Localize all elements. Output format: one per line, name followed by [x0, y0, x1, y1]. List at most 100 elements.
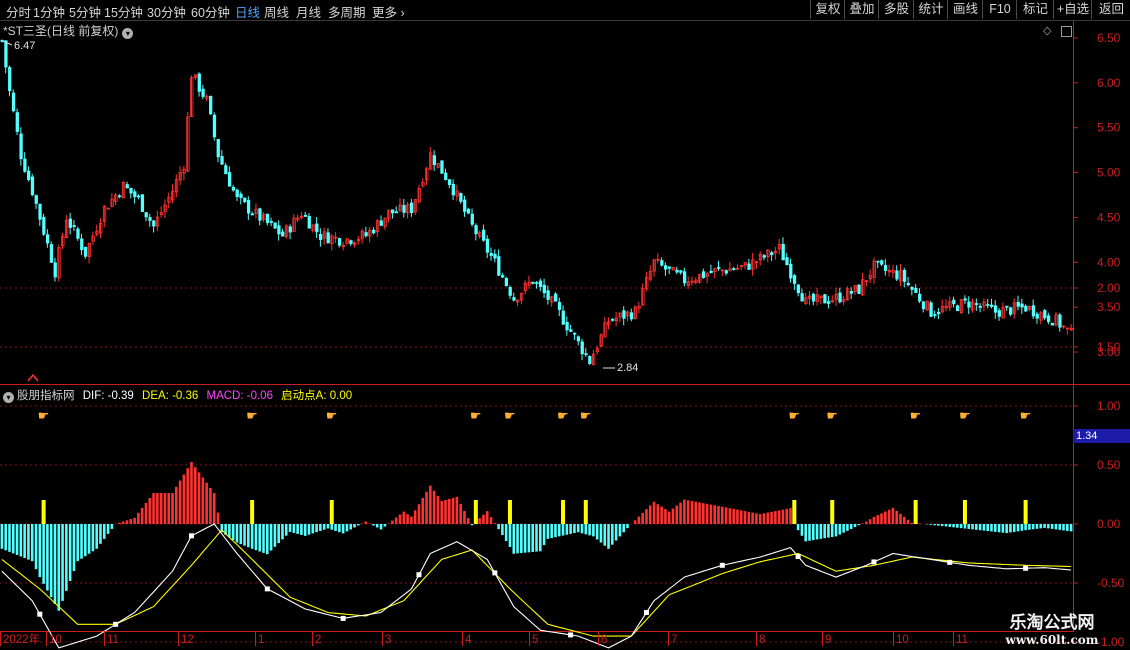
candle-body — [849, 291, 854, 294]
dif-value: DIF: -0.39 — [82, 390, 134, 402]
candle-body — [364, 232, 368, 237]
candle-body — [557, 301, 562, 310]
candle-body — [762, 255, 766, 258]
candle-body — [144, 212, 148, 218]
price-axis-label: 5.00 — [1097, 166, 1121, 180]
candle-body — [265, 213, 270, 224]
signal-bar — [792, 500, 797, 524]
candle-body — [250, 213, 255, 216]
macd-value: MACD: -0.06 — [206, 390, 273, 402]
price-axis-label: 3.50 — [1097, 300, 1121, 314]
candle-body — [542, 284, 546, 294]
candle-body — [918, 293, 922, 302]
candle-body — [216, 139, 220, 158]
candle-body — [451, 183, 455, 196]
candle-body — [997, 310, 1001, 317]
price-axis-label: 5.50 — [1097, 121, 1121, 135]
time-axis-label: 7 — [671, 634, 677, 646]
candle-body — [258, 208, 262, 221]
time-axis-label: 5 — [532, 634, 538, 646]
candle-body — [664, 265, 668, 270]
candle-body — [993, 305, 998, 313]
dif-marker — [643, 610, 649, 615]
candle-body — [732, 268, 736, 271]
candle-body — [789, 263, 793, 279]
candle-body — [910, 286, 914, 290]
time-axis-label: 10 — [896, 634, 909, 646]
pointing-hand-icon: ☛ — [580, 408, 592, 423]
macd-axis-label: 0.00 — [1097, 517, 1121, 531]
kline-chart[interactable]: 6.506.005.505.004.504.003.503.002.001.50… — [0, 0, 1130, 650]
candle-body — [554, 293, 558, 302]
time-axis-label: 8 — [759, 634, 765, 646]
candle-body — [379, 220, 383, 226]
start-point-value: 启动点A: 0.00 — [281, 390, 353, 402]
candle-body — [660, 260, 664, 266]
candle-body — [796, 284, 801, 294]
candle-body — [273, 222, 277, 229]
candle-body — [1020, 303, 1024, 308]
candle-body — [235, 189, 239, 197]
window-toggle-icon[interactable] — [1061, 26, 1072, 37]
candle-body — [288, 226, 292, 233]
time-axis-label: 6 — [601, 634, 607, 646]
dif-marker — [1023, 565, 1029, 571]
pointing-hand-icon: ☛ — [959, 408, 971, 423]
candle-body — [197, 73, 201, 92]
candle-body — [140, 194, 145, 212]
signal-bar — [41, 500, 46, 524]
candle-body — [504, 277, 509, 286]
candle-body — [1050, 322, 1055, 326]
candle-body — [231, 187, 236, 191]
candle-body — [588, 355, 592, 364]
candle-body — [1031, 305, 1036, 317]
candle-body — [53, 262, 57, 278]
diamond-icon[interactable]: ◇ — [1043, 24, 1051, 37]
candle-body — [246, 200, 251, 214]
up-arrow-icon — [27, 373, 39, 382]
candle-body — [955, 305, 960, 312]
macd-axis-label: 2.00 — [1097, 281, 1121, 295]
candle-body — [838, 292, 842, 303]
candle-body — [277, 225, 281, 235]
chevron-down-icon[interactable]: ▾ — [3, 392, 14, 403]
cursor-value-tag: 1.34 — [1073, 429, 1130, 443]
candle-body — [482, 229, 486, 241]
candle-body — [682, 271, 687, 284]
macd-axis-label: 0.50 — [1097, 458, 1121, 472]
candle-body — [466, 208, 471, 214]
dif-marker — [492, 570, 498, 576]
stock-title[interactable]: *ST三圣(日线 前复权) ▾ — [3, 22, 134, 39]
chevron-down-icon[interactable]: ▾ — [122, 28, 134, 39]
candle-body — [580, 341, 584, 355]
pointing-hand-icon: ☛ — [1020, 408, 1032, 423]
indicator-name[interactable]: 股朋指标网 — [17, 390, 75, 402]
candle-body — [906, 283, 910, 286]
candle-body — [459, 193, 463, 202]
candle-body — [811, 293, 816, 302]
signal-bar — [830, 500, 835, 524]
candle-body — [42, 216, 46, 235]
candle-body — [30, 176, 35, 196]
candle-body — [125, 184, 129, 189]
candle-body — [561, 310, 565, 325]
candle-body — [326, 232, 330, 244]
candle-body — [967, 301, 971, 308]
candle-body — [315, 223, 319, 233]
stock-title-text: *ST三圣(日线 前复权) — [3, 24, 119, 38]
candle-body — [303, 214, 308, 217]
candle-body — [489, 252, 493, 256]
candle-body — [349, 240, 353, 245]
candle-body — [974, 303, 979, 305]
signal-bar — [473, 500, 478, 524]
candle-body — [512, 297, 516, 301]
time-axis-label: 4 — [465, 634, 472, 646]
pointing-hand-icon: ☛ — [246, 408, 258, 423]
pointing-hand-icon: ☛ — [470, 408, 482, 423]
pointing-hand-icon: ☛ — [38, 408, 50, 423]
candle-body — [857, 284, 861, 294]
signal-bar — [913, 500, 918, 524]
candle-body — [576, 336, 581, 342]
candle-body — [724, 270, 728, 274]
candle-body — [8, 67, 12, 92]
